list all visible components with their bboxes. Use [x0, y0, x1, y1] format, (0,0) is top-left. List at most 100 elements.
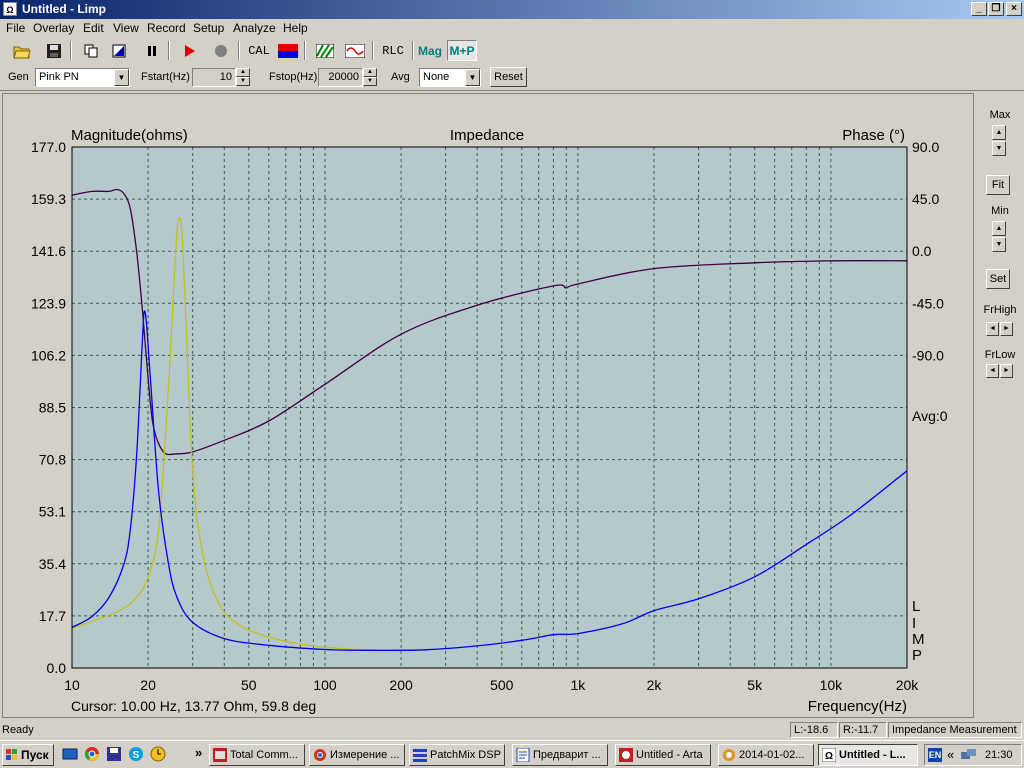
save-quicklaunch-icon[interactable] — [106, 746, 122, 762]
cal-button[interactable]: CAL — [246, 40, 272, 61]
total-commander-icon — [213, 748, 227, 762]
frhigh-left-button[interactable]: ◄ — [986, 322, 999, 336]
right-level: R:-11.7 — [839, 722, 887, 738]
copy-button[interactable] — [80, 40, 102, 61]
frlow-left-button[interactable]: ◄ — [986, 364, 999, 378]
x-tick-label: 2k — [647, 677, 663, 693]
watermark-letter: L — [912, 598, 920, 615]
start-button[interactable]: Пуск — [2, 744, 54, 766]
cursor-readout: Cursor: 10.00 Hz, 13.77 Ohm, 59.8 deg — [71, 698, 316, 714]
waveform-button[interactable] — [344, 40, 366, 61]
toolbar-separator — [412, 41, 414, 60]
menu-setup[interactable]: Setup — [193, 21, 224, 35]
menu-help[interactable]: Help — [283, 21, 308, 35]
generator-select[interactable]: Pink PN ▼ — [35, 68, 130, 87]
language-indicator[interactable]: EN — [928, 748, 942, 762]
network-icon[interactable] — [961, 748, 977, 762]
pause-button[interactable] — [141, 40, 163, 61]
play-button[interactable] — [178, 40, 200, 61]
watermark-letter: M — [912, 631, 925, 648]
task-chrome[interactable]: Измерение ... — [309, 744, 405, 766]
clock[interactable]: 21:30 — [985, 749, 1013, 761]
y-tick-label: 177.0 — [31, 139, 66, 155]
show-desktop-icon[interactable] — [62, 746, 78, 762]
diagonal-lines-icon — [316, 43, 334, 58]
task-patchmix[interactable]: PatchMix DSP — [409, 744, 505, 766]
fstop-stepper[interactable]: ▲ ▼ — [363, 68, 377, 87]
menu-record[interactable]: Record — [147, 21, 186, 35]
windows-logo-icon — [6, 749, 17, 760]
minimize-button[interactable]: _ — [971, 2, 987, 16]
fstop-input[interactable]: 20000 — [318, 68, 363, 87]
toolbar-separator — [238, 41, 240, 60]
play-icon — [185, 44, 195, 57]
y-tick-label: 88.5 — [39, 400, 66, 416]
fstop-label: Fstop(Hz) — [269, 71, 318, 83]
avg-value: None — [423, 71, 450, 83]
frlow-right-button[interactable]: ► — [1000, 364, 1013, 378]
y-right-axis-label: Phase (°) — [842, 127, 905, 144]
record-button[interactable] — [210, 40, 232, 61]
generator-value: Pink PN — [39, 71, 79, 83]
y-tick-label: 35.4 — [39, 556, 66, 572]
fit-button[interactable]: Fit — [986, 175, 1010, 195]
frhigh-right-button[interactable]: ► — [1000, 322, 1013, 336]
taskbar: Пуск S » Total Comm... Измерение ... Pat… — [0, 740, 1024, 768]
max-down-button[interactable]: ▼ — [992, 141, 1006, 156]
menu-edit[interactable]: Edit — [83, 21, 104, 35]
max-up-button[interactable]: ▲ — [992, 125, 1006, 140]
chevron-down-icon[interactable]: ▼ — [465, 69, 480, 86]
restore-button[interactable]: ❐ — [988, 2, 1004, 16]
svg-text:S: S — [133, 750, 140, 761]
reset-button[interactable]: Reset — [490, 67, 527, 87]
chrome-icon[interactable] — [84, 746, 100, 762]
left-level: L:-18.6 — [790, 722, 838, 738]
menu-analyze[interactable]: Analyze — [233, 21, 276, 35]
y-tick-label: 106.2 — [31, 347, 66, 363]
close-button[interactable]: × — [1006, 2, 1022, 16]
clock-app-icon[interactable] — [150, 746, 166, 762]
x-axis-label: Frequency(Hz) — [808, 698, 907, 715]
avg-select[interactable]: None ▼ — [419, 68, 481, 87]
spin-down-icon[interactable]: ▼ — [236, 77, 250, 86]
mag-phase-button[interactable]: M+P — [447, 40, 477, 61]
app-icon[interactable]: Ω — [3, 2, 17, 16]
spin-up-icon[interactable]: ▲ — [363, 68, 377, 77]
y2-tick-label: 90.0 — [912, 139, 939, 155]
min-up-button[interactable]: ▲ — [992, 221, 1006, 236]
impedance-chart[interactable]: 177.0 159.3 141.6 123.9 106.2 88.5 70.8 53.1 35.… — [3, 94, 973, 717]
rlc-button[interactable]: RLC — [380, 40, 406, 61]
menu-file[interactable]: File — [6, 21, 25, 35]
task-document[interactable]: Предварит ... — [512, 744, 608, 766]
watermark-letter: I — [912, 615, 916, 632]
x-tick-label: 5k — [747, 677, 763, 693]
fstart-input[interactable]: 10 — [192, 68, 236, 87]
menu-view[interactable]: View — [113, 21, 139, 35]
task-folder[interactable]: 2014-01-02... — [718, 744, 814, 766]
browser-icon — [723, 749, 735, 761]
menu-overlay[interactable]: Overlay — [33, 21, 74, 35]
save-button[interactable] — [43, 40, 65, 61]
overlay-color-button[interactable] — [277, 40, 299, 61]
skype-icon[interactable]: S — [128, 746, 144, 762]
open-folder-button[interactable] — [11, 40, 33, 61]
arta-icon — [619, 748, 633, 762]
fstart-stepper[interactable]: ▲ ▼ — [236, 68, 250, 87]
more-quicklaunch-icon[interactable]: » — [195, 745, 202, 760]
spin-up-icon[interactable]: ▲ — [236, 68, 250, 77]
task-total-commander[interactable]: Total Comm... — [209, 744, 305, 766]
plot-panel: 177.0 159.3 141.6 123.9 106.2 88.5 70.8 53.1 35.… — [2, 93, 974, 718]
y-tick-label: 159.3 — [31, 191, 66, 207]
chevron-down-icon[interactable]: ▼ — [114, 69, 129, 86]
x-tick-label: 10 — [64, 677, 80, 693]
mag-button[interactable]: Mag — [416, 40, 444, 61]
task-arta[interactable]: Untitled - Arta — [615, 744, 711, 766]
system-tray: EN « 21:30 — [924, 744, 1022, 766]
task-limp[interactable]: Ω Untitled - L... — [818, 744, 918, 766]
overlay-lines-button[interactable] — [314, 40, 336, 61]
spin-down-icon[interactable]: ▼ — [363, 77, 377, 86]
min-down-button[interactable]: ▼ — [992, 237, 1006, 252]
set-button[interactable]: Set — [986, 269, 1010, 289]
marker-button[interactable] — [108, 40, 130, 61]
tray-expand-icon[interactable]: « — [947, 747, 954, 762]
